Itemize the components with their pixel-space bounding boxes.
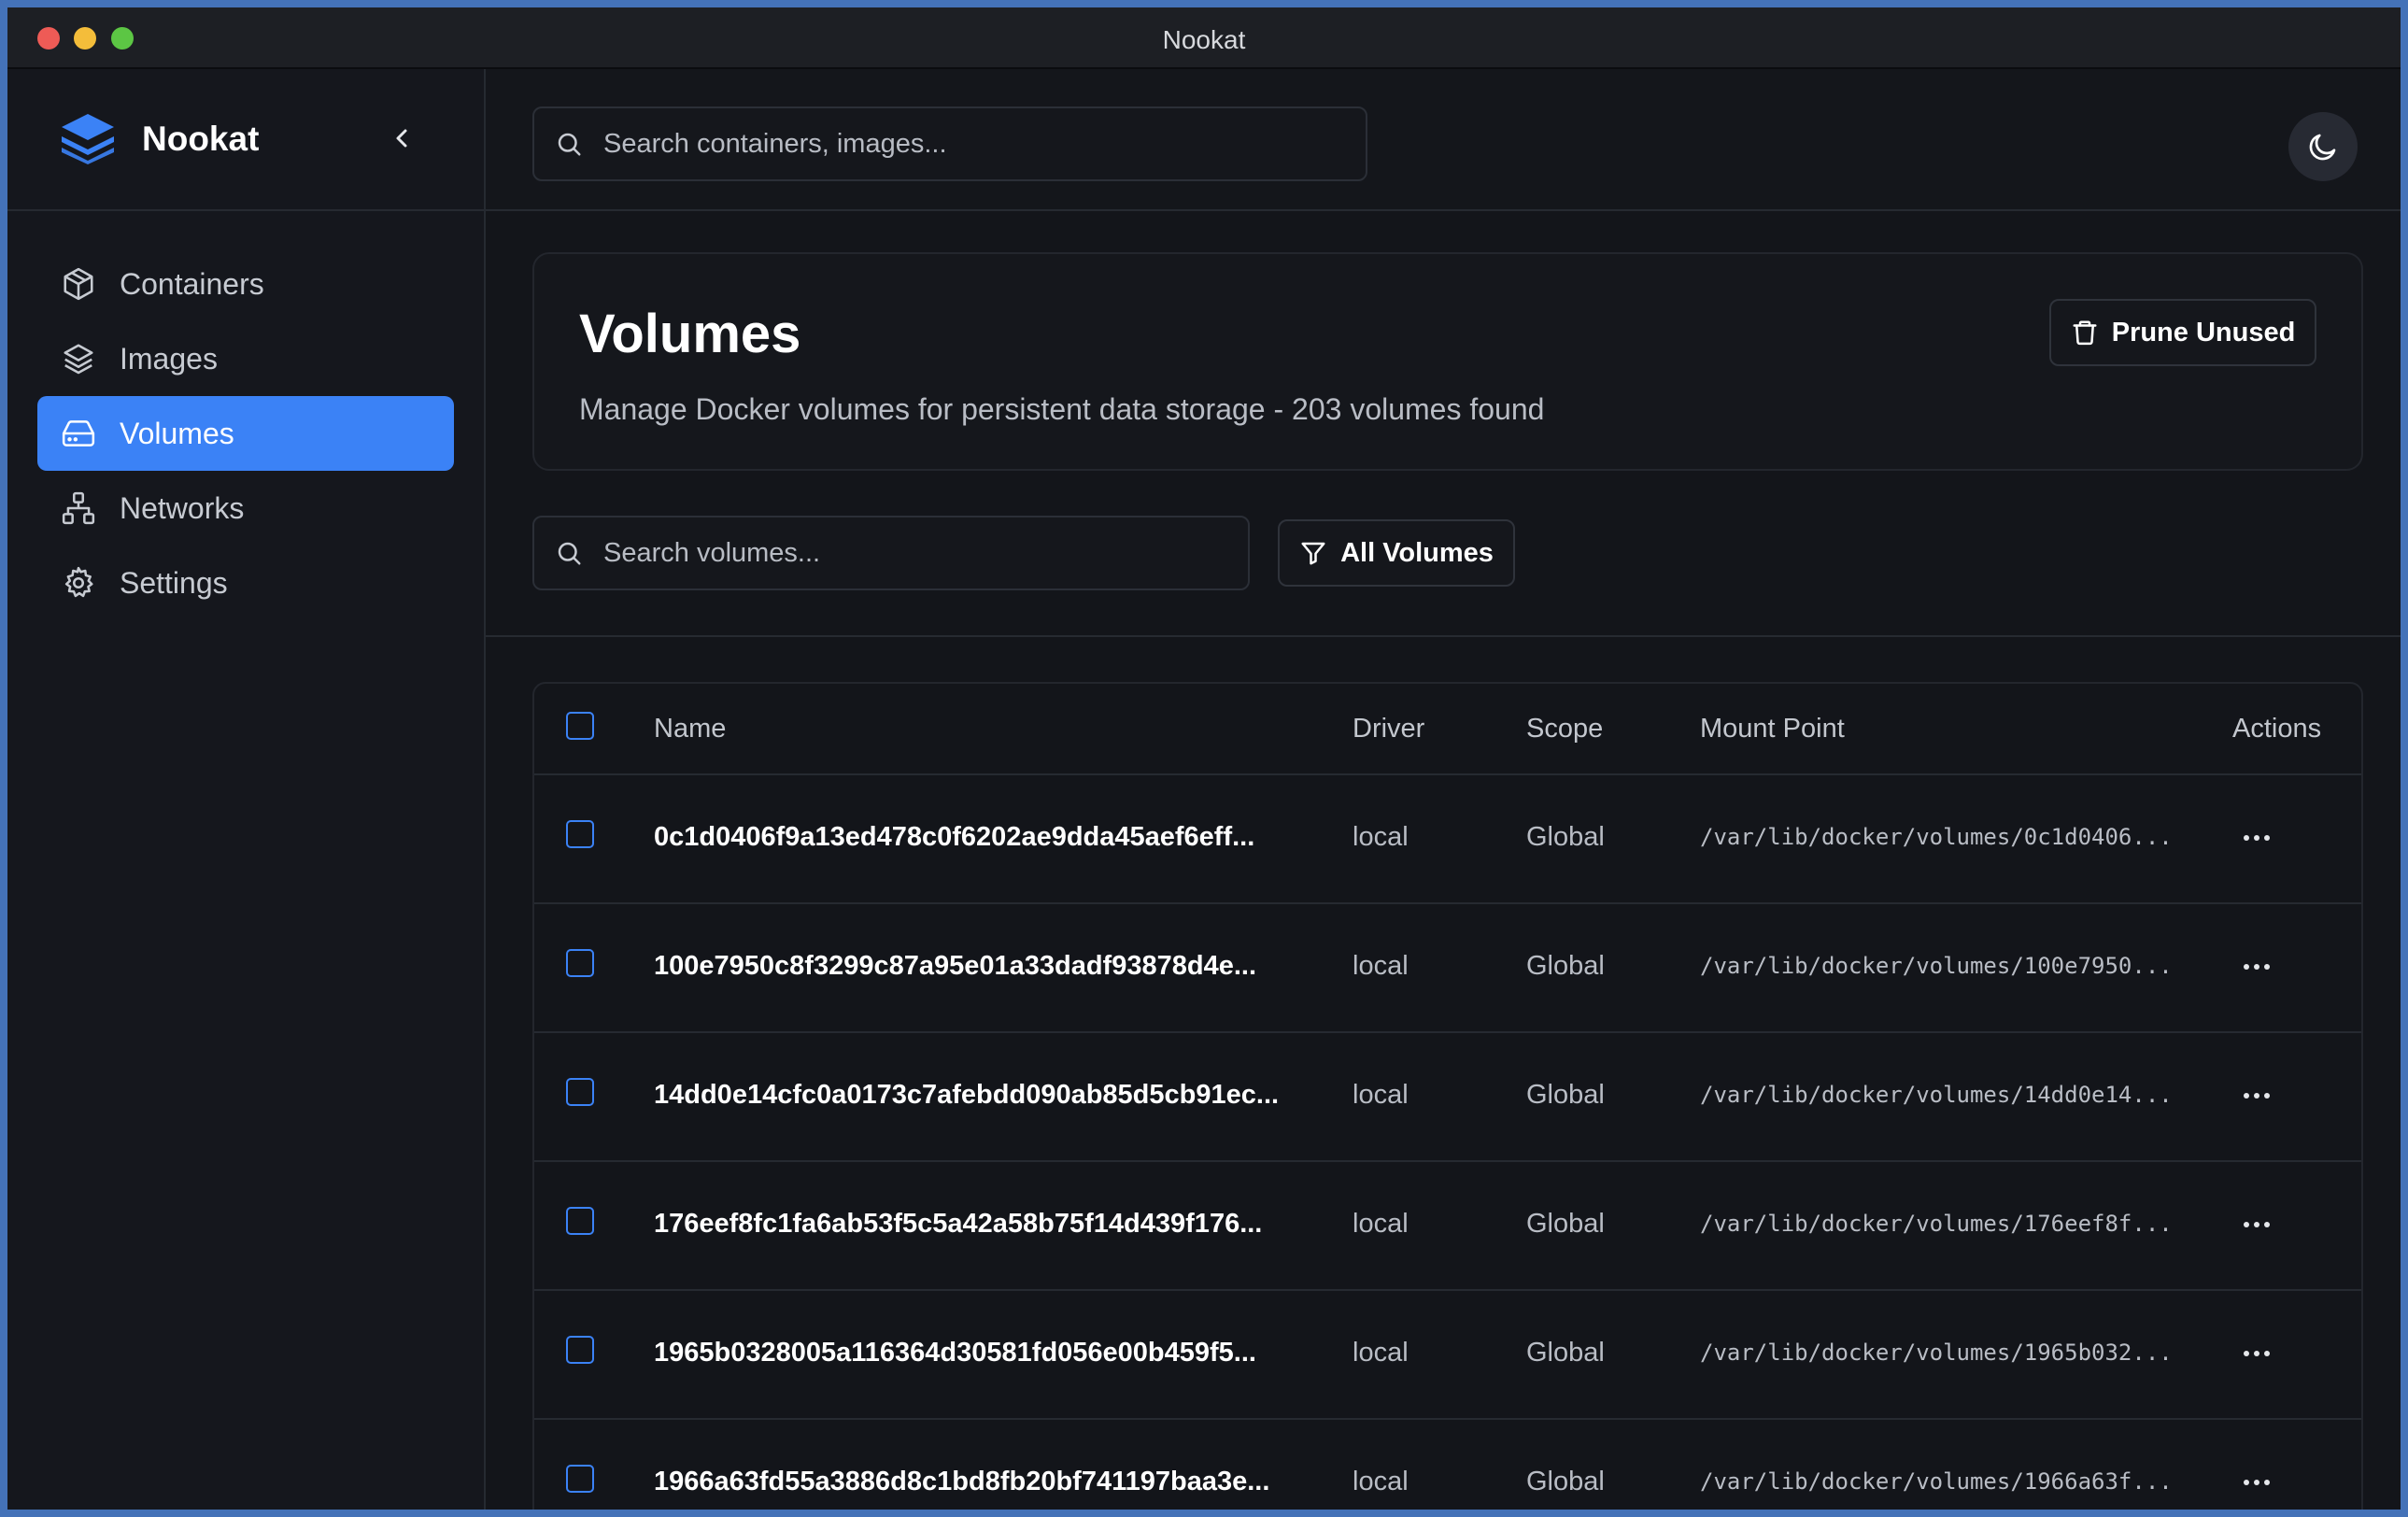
more-actions-icon[interactable] [2236,1211,2277,1239]
volume-filter-button[interactable]: All Volumes [1278,519,1515,587]
table-row[interactable]: 176eef8fc1fa6ab53f5c5a42a58b75f14d439f17… [534,1162,2361,1291]
table-row[interactable]: 0c1d0406f9a13ed478c0f6202ae9dda45aef6eff… [534,775,2361,904]
sidebar-item-label: Images [120,341,218,376]
sidebar-item-label: Settings [120,565,228,600]
volumes-table: Name Driver Scope Mount Point Actions 0c… [532,682,2363,1510]
sidebar-item-settings[interactable]: Settings [37,546,454,620]
sidebar-item-label: Volumes [120,416,234,450]
volume-name[interactable]: 100e7950c8f3299c87a95e01a33dadf93878d4e.… [654,951,1256,982]
page-subtitle: Manage Docker volumes for persistent dat… [579,392,1545,426]
collapse-sidebar-button[interactable] [385,121,418,155]
volume-search-input[interactable] [603,537,1158,569]
chevron-left-icon [396,129,407,148]
column-header-scope[interactable]: Scope [1526,714,1603,744]
volume-name[interactable]: 1965b0328005a116364d30581fd056e00b459f5.… [654,1338,1256,1368]
page-header-card: Volumes Manage Docker volumes for persis… [532,252,2363,471]
volume-mount-point: /var/lib/docker/volumes/0c1d0406... [1700,824,2173,850]
volume-driver: local [1353,822,1409,852]
sidebar-item-label: Containers [120,266,264,301]
column-header-actions: Actions [2232,714,2322,744]
more-actions-icon[interactable] [2236,824,2277,852]
more-actions-icon[interactable] [2236,953,2277,981]
volume-scope: Global [1526,1080,1605,1110]
page-title: Volumes [579,304,801,364]
volume-search-box[interactable] [532,516,1250,590]
prune-unused-button[interactable]: Prune Unused [2049,299,2316,366]
title-bar: Nookat [7,7,2401,69]
sidebar-item-containers[interactable]: Containers [37,247,454,321]
prune-unused-label: Prune Unused [2111,317,2296,347]
search-icon [558,133,581,156]
volume-driver: local [1353,1338,1409,1368]
volume-driver: local [1353,951,1409,981]
volume-scope: Global [1526,822,1605,852]
app-window: Nookat Nookat Containers Images Volumes … [7,7,2401,1510]
more-actions-icon[interactable] [2236,1340,2277,1368]
volume-mount-point: /var/lib/docker/volumes/100e7950... [1700,953,2173,979]
row-checkbox[interactable] [566,1078,594,1106]
search-icon [558,542,581,565]
more-actions-icon[interactable] [2236,1468,2277,1496]
volume-scope: Global [1526,1209,1605,1239]
hard-drive-icon [60,415,97,452]
network-icon [60,489,97,527]
sidebar: Nookat Containers Images Volumes Network… [7,69,486,1510]
box-icon [60,265,97,303]
volume-scope: Global [1526,1338,1605,1368]
sidebar-item-networks[interactable]: Networks [37,471,454,546]
volume-driver: local [1353,1467,1409,1496]
moon-icon [2309,134,2336,161]
row-checkbox[interactable] [566,949,594,977]
row-checkbox[interactable] [566,1336,594,1364]
layers-icon [60,340,97,377]
more-actions-icon[interactable] [2236,1082,2277,1110]
select-all-checkbox[interactable] [566,712,594,740]
window-title: Nookat [1162,25,1246,54]
layers-logo-icon [62,114,114,164]
sidebar-item-volumes[interactable]: Volumes [37,396,454,471]
filter-icon [1301,542,1325,565]
column-header-mount-point[interactable]: Mount Point [1700,714,1845,744]
row-checkbox[interactable] [566,1465,594,1493]
sidebar-item-images[interactable]: Images [37,321,454,396]
volume-filter-label: All Volumes [1340,537,1494,568]
volume-mount-point: /var/lib/docker/volumes/1965b032... [1700,1340,2173,1366]
sidebar-nav: Containers Images Volumes Networks Setti… [37,247,454,620]
top-bar [486,69,2401,211]
volume-scope: Global [1526,1467,1605,1496]
volume-scope: Global [1526,951,1605,981]
row-checkbox[interactable] [566,1207,594,1235]
volume-mount-point: /var/lib/docker/volumes/14dd0e14... [1700,1082,2173,1108]
sidebar-item-label: Networks [120,490,245,525]
volume-name[interactable]: 176eef8fc1fa6ab53f5c5a42a58b75f14d439f17… [654,1209,1262,1240]
table-row[interactable]: 100e7950c8f3299c87a95e01a33dadf93878d4e.… [534,904,2361,1033]
volume-mount-point: /var/lib/docker/volumes/1966a63f... [1700,1468,2173,1495]
column-header-driver[interactable]: Driver [1353,714,1424,744]
volume-driver: local [1353,1080,1409,1110]
volume-mount-point: /var/lib/docker/volumes/176eef8f... [1700,1211,2173,1237]
theme-toggle-button[interactable] [2288,112,2358,181]
volume-name[interactable]: 0c1d0406f9a13ed478c0f6202ae9dda45aef6eff… [654,822,1254,853]
brand-header: Nookat [7,69,484,211]
volume-name[interactable]: 1966a63fd55a3886d8c1bd8fb20bf741197baa3e… [654,1467,1269,1497]
trash-icon [2073,320,2097,346]
table-header: Name Driver Scope Mount Point Actions [534,684,2361,775]
volume-driver: local [1353,1209,1409,1239]
table-row[interactable]: 1965b0328005a116364d30581fd056e00b459f5.… [534,1291,2361,1420]
gear-icon [60,564,97,602]
section-divider [486,635,2401,637]
table-row[interactable]: 1966a63fd55a3886d8c1bd8fb20bf741197baa3e… [534,1420,2361,1510]
volume-name[interactable]: 14dd0e14cfc0a0173c7afebdd090ab85d5cb91ec… [654,1080,1279,1111]
table-row[interactable]: 14dd0e14cfc0a0173c7afebdd090ab85d5cb91ec… [534,1033,2361,1162]
column-header-name[interactable]: Name [654,714,726,744]
brand-name: Nookat [142,120,260,158]
global-search-box[interactable] [532,106,1367,181]
row-checkbox[interactable] [566,820,594,848]
global-search-input[interactable] [603,128,1253,160]
